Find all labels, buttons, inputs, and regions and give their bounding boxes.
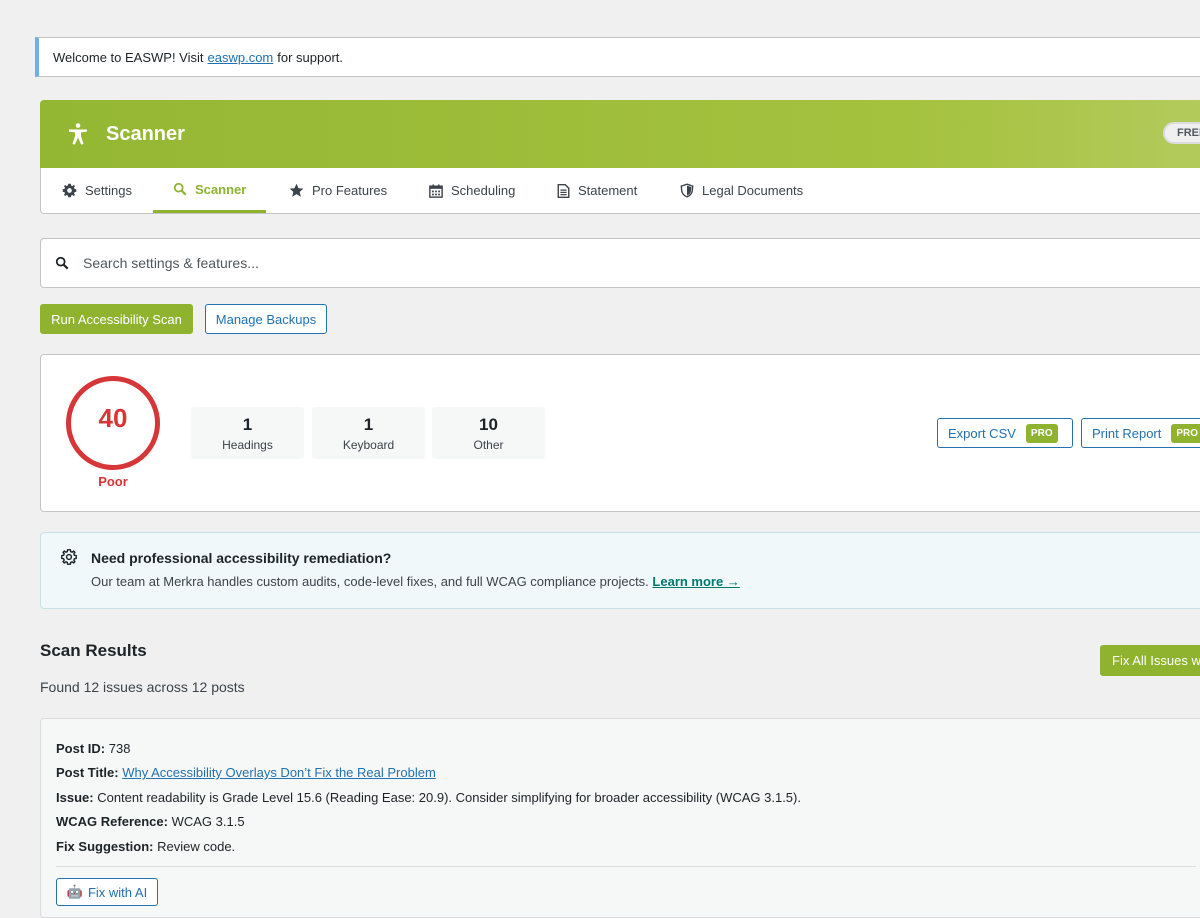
issue-value: Content readability is Grade Level 15.6 … xyxy=(97,790,801,805)
tab-statement-label: Statement xyxy=(578,183,638,198)
score-grade: Poor xyxy=(98,474,128,489)
shield-icon xyxy=(680,183,694,198)
tab-settings-label: Settings xyxy=(85,183,132,198)
stat-value: 10 xyxy=(479,415,498,434)
fix-suggestion-label: Fix Suggestion: xyxy=(56,839,154,854)
run-scan-button[interactable]: Run Accessibility Scan xyxy=(40,304,193,334)
tab-scheduling[interactable]: Scheduling xyxy=(429,168,515,213)
settings-search xyxy=(40,238,1200,288)
fix-suggestion-value: Review code. xyxy=(157,839,236,854)
results-summary: Found 12 issues across 12 posts xyxy=(40,679,245,695)
stat-label: Keyboard xyxy=(342,438,395,452)
fix-with-ai-label: Fix with AI xyxy=(87,884,148,900)
gear-icon xyxy=(61,549,77,565)
score-value: 40 xyxy=(98,402,128,433)
score-card: 40 Poor 1 Headings 1 Keyboard 10 Other E… xyxy=(40,354,1200,512)
tab-settings[interactable]: Settings xyxy=(62,168,132,213)
post-id-value: 738 xyxy=(108,741,131,756)
issue-label: Issue: xyxy=(56,790,94,805)
score-ring: 40 xyxy=(66,376,160,470)
search-icon xyxy=(55,256,69,270)
stat-label: Other xyxy=(473,438,504,452)
page-title: Scanner xyxy=(106,122,185,145)
post-id-row: Post ID: 738 xyxy=(56,741,130,756)
post-title-label: Post Title: xyxy=(56,765,119,780)
tab-scanner-label: Scanner xyxy=(195,181,247,197)
stat-headings: 1 Headings xyxy=(191,407,304,459)
welcome-notice: Welcome to EASWP! Visit easwp.com for su… xyxy=(35,37,1200,77)
stat-other: 10 Other xyxy=(432,407,545,459)
result-item: Post ID: 738 Post Title: Why Accessibili… xyxy=(40,718,1200,918)
calendar-icon xyxy=(429,183,443,198)
print-report-label: Print Report xyxy=(1092,425,1162,441)
search-input[interactable] xyxy=(81,254,1085,272)
post-title-row: Post Title: Why Accessibility Overlays D… xyxy=(56,765,436,780)
notice-prefix: Welcome to EASWP! Visit xyxy=(53,49,204,65)
promo-text: Our team at Merkra handles custom audits… xyxy=(91,574,740,589)
post-title-link[interactable]: Why Accessibility Overlays Don’t Fix the… xyxy=(122,765,436,780)
fix-with-ai-button[interactable]: 🤖 Fix with AI xyxy=(56,878,158,906)
pro-badge: PRO xyxy=(1171,423,1200,443)
wcag-row: WCAG Reference: WCAG 3.1.5 xyxy=(56,814,245,829)
pro-badge: PRO xyxy=(1025,423,1058,443)
document-icon xyxy=(557,183,570,198)
tab-pro-features[interactable]: Pro Features xyxy=(289,168,387,213)
promo-heading: Need professional accessibility remediat… xyxy=(91,550,392,566)
print-report-button[interactable]: Print Report PRO xyxy=(1081,418,1200,448)
star-icon xyxy=(289,183,304,197)
tab-statement[interactable]: Statement xyxy=(557,168,637,213)
export-csv-button[interactable]: Export CSV PRO xyxy=(937,418,1073,448)
plan-badge: FREE xyxy=(1163,122,1200,144)
tab-legal-documents[interactable]: Legal Documents xyxy=(680,168,803,213)
stat-value: 1 xyxy=(363,415,374,434)
export-csv-label: Export CSV xyxy=(948,425,1016,441)
stat-label: Headings xyxy=(222,438,273,452)
wcag-value: WCAG 3.1.5 xyxy=(171,814,245,829)
wcag-label: WCAG Reference: xyxy=(56,814,168,829)
stat-keyboard: 1 Keyboard xyxy=(312,407,425,459)
results-title: Scan Results xyxy=(40,641,147,660)
post-id-label: Post ID: xyxy=(56,741,106,756)
robot-icon: 🤖 xyxy=(66,884,83,899)
plugin-header: Scanner FREE xyxy=(40,100,1200,168)
search-icon xyxy=(173,182,187,196)
manage-backups-button[interactable]: Manage Backups xyxy=(205,304,327,334)
support-link[interactable]: easwp.com xyxy=(208,50,274,65)
notice-suffix: for support. xyxy=(277,49,344,65)
fix-suggestion-row: Fix Suggestion: Review code. xyxy=(56,839,235,854)
remediation-promo: Need professional accessibility remediat… xyxy=(40,532,1200,609)
tab-scanner[interactable]: Scanner xyxy=(153,168,267,213)
nav-tabs: Settings Scanner Pro Features Scheduling xyxy=(40,168,1200,214)
fix-all-issues-button[interactable]: Fix All Issues w xyxy=(1100,645,1200,676)
tab-legal-documents-label: Legal Documents xyxy=(702,183,804,198)
gear-icon xyxy=(62,183,77,198)
accessibility-person-icon xyxy=(69,123,87,145)
issue-row: Issue: Content readability is Grade Leve… xyxy=(56,790,801,805)
stat-value: 1 xyxy=(242,415,253,434)
learn-more-link[interactable]: Learn more → xyxy=(652,574,739,589)
tab-pro-features-label: Pro Features xyxy=(312,183,388,198)
promo-body: Our team at Merkra handles custom audits… xyxy=(91,574,649,589)
divider xyxy=(56,866,1196,867)
tab-scheduling-label: Scheduling xyxy=(451,183,516,198)
